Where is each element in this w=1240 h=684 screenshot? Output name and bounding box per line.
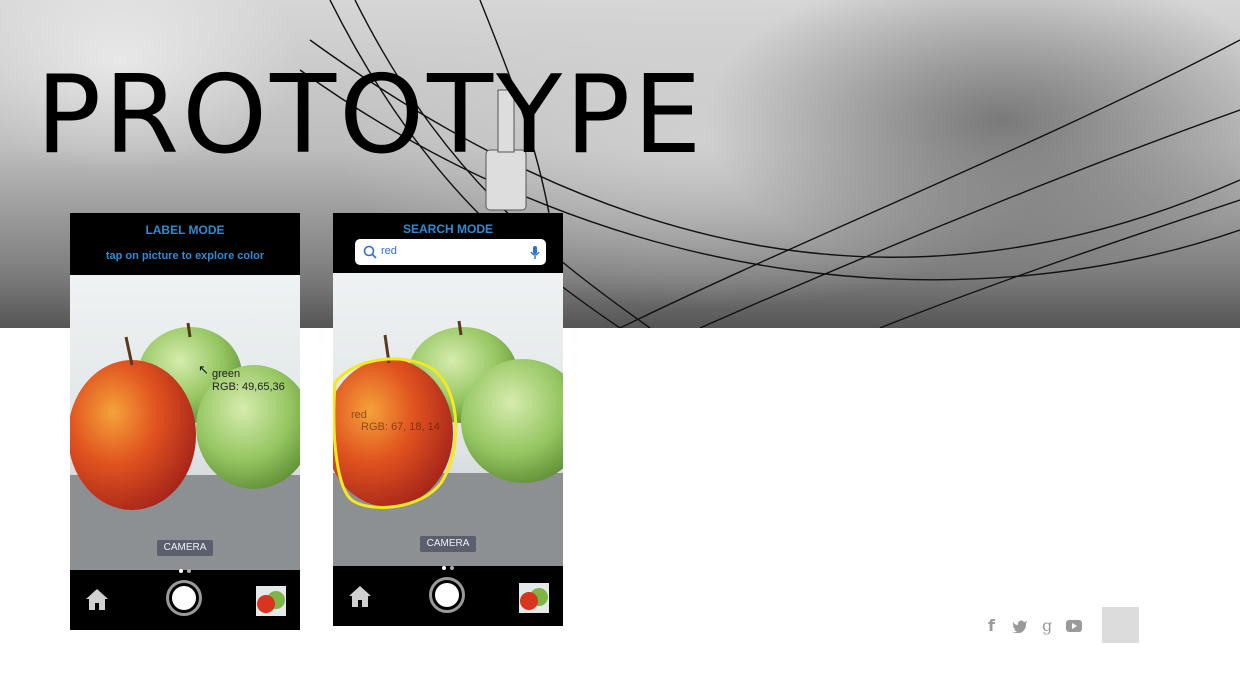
youtube-icon[interactable] bbox=[1066, 619, 1082, 633]
label-mode-phone: LABEL MODE tap on picture to explore col… bbox=[70, 213, 300, 630]
camera-tag[interactable]: CAMERA bbox=[420, 536, 476, 552]
twitter-icon[interactable] bbox=[1012, 619, 1028, 633]
bottom-toolbar bbox=[333, 567, 563, 627]
search-input[interactable] bbox=[381, 245, 521, 257]
apple-photo[interactable]: ↖ green RGB: 49,65,36 CAMERA bbox=[70, 275, 300, 570]
home-icon[interactable] bbox=[84, 586, 110, 612]
home-icon[interactable] bbox=[347, 583, 373, 609]
search-mode-phone: SEARCH MODE red red RGB: 67, 18, 14 CAME… bbox=[333, 213, 563, 626]
bottom-toolbar bbox=[70, 570, 300, 630]
facebook-icon[interactable]: f bbox=[988, 616, 995, 636]
thumbnail-apples bbox=[256, 586, 286, 616]
mode-title: LABEL MODE bbox=[145, 223, 225, 237]
page-indicator bbox=[70, 560, 300, 573]
google-plus-icon[interactable]: g bbox=[1042, 616, 1052, 636]
microphone-icon[interactable] bbox=[529, 245, 541, 260]
color-name-label: green bbox=[212, 368, 241, 380]
gallery-thumbnail[interactable] bbox=[256, 586, 286, 616]
search-icon bbox=[363, 245, 377, 259]
camera-tag[interactable]: CAMERA bbox=[157, 540, 213, 556]
shutter-button[interactable] bbox=[166, 580, 202, 616]
rgb-value-label: RGB: 67, 18, 14 bbox=[361, 421, 440, 433]
page-title: PROTOTYPE bbox=[36, 53, 705, 178]
pointer-arrow-icon: ↖ bbox=[198, 363, 209, 378]
search-bar[interactable] bbox=[355, 239, 546, 265]
scroll-top-button[interactable] bbox=[1102, 607, 1139, 643]
page-indicator bbox=[333, 557, 563, 570]
shutter-button[interactable] bbox=[429, 577, 465, 613]
apples-image bbox=[70, 275, 300, 570]
rgb-value-label: RGB: 49,65,36 bbox=[212, 381, 285, 393]
apple-photo[interactable]: red RGB: 67, 18, 14 CAMERA bbox=[333, 273, 563, 566]
gallery-thumbnail[interactable] bbox=[519, 583, 549, 613]
mode-hint: tap on picture to explore color bbox=[105, 250, 265, 262]
mode-title: SEARCH MODE bbox=[402, 222, 493, 236]
thumbnail-apples bbox=[519, 583, 549, 613]
